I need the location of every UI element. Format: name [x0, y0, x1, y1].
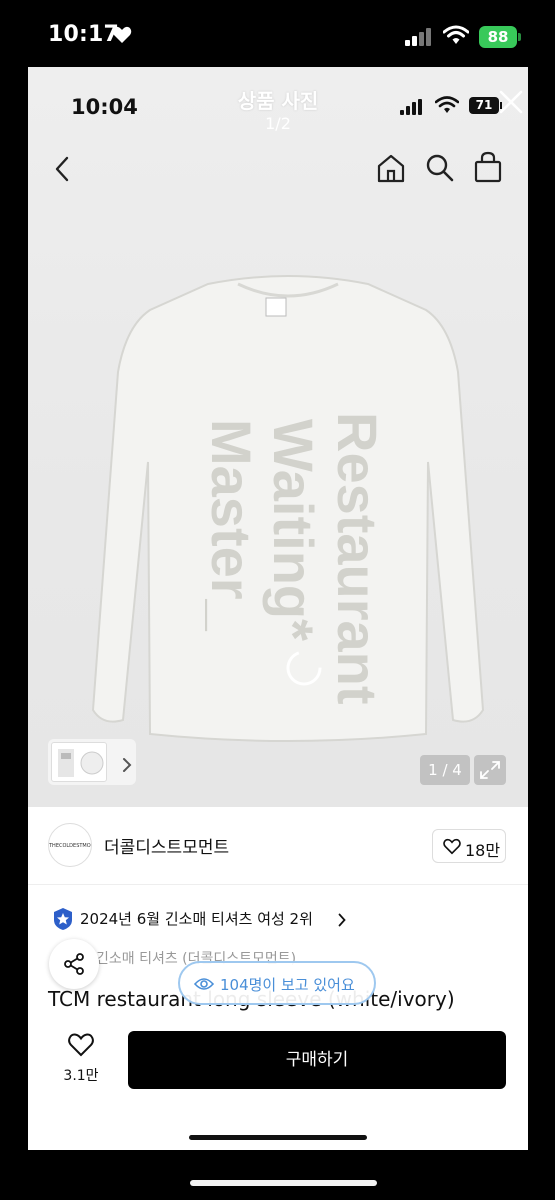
outer-home-indicator [190, 1180, 377, 1186]
gallery-counter: 1 / 4 [420, 755, 470, 785]
eye-icon [193, 976, 215, 996]
battery-indicator: 71 [469, 97, 499, 114]
thumbnail[interactable] [51, 742, 107, 782]
shop-like-button[interactable]: 18만 [432, 829, 506, 863]
chevron-right-icon[interactable] [338, 912, 346, 931]
share-icon [64, 953, 84, 975]
wishlist-count: 3.1만 [63, 1068, 99, 1084]
outer-status-time: 10:17 [48, 22, 120, 47]
expand-icon[interactable] [474, 755, 506, 785]
close-icon[interactable] [498, 89, 524, 119]
print-word-1: Restaurant [326, 412, 389, 705]
shop-row[interactable]: THECOLDESTMOMENT 더콜디스트모먼트 18만 [28, 807, 528, 885]
bag-icon[interactable] [473, 151, 503, 187]
signal-icon [405, 28, 433, 50]
app-screenshot: 10:04 상품 사진 1/2 71 Restaurant Waiting* M… [28, 67, 528, 1150]
product-image: Restaurant Waiting* Master_ [91, 275, 485, 742]
bottom-action-bar: 3.1만 구매하기 [28, 1015, 528, 1150]
wifi-icon [434, 96, 460, 118]
outer-status-bar: 10:17 88 [0, 0, 555, 72]
battery-tip [518, 33, 521, 41]
shop-name[interactable]: 더콜디스트모먼트 [104, 833, 229, 858]
heart-icon [112, 26, 132, 48]
buy-button[interactable]: 구매하기 [128, 1031, 506, 1089]
share-button[interactable] [49, 939, 99, 989]
home-icon[interactable] [375, 152, 407, 188]
heart-icon [68, 1033, 94, 1057]
wifi-icon [442, 25, 470, 49]
back-icon[interactable] [54, 155, 70, 187]
signal-icon [400, 99, 426, 119]
wishlist-button[interactable]: 3.1만 [56, 1033, 106, 1093]
rank-badge-icon [52, 907, 74, 935]
battery-indicator: 88 [479, 26, 517, 48]
viewers-text: 104명이 보고 있어요 [220, 976, 355, 994]
print-word-3: Master_ [200, 419, 263, 632]
chevron-right-icon[interactable] [122, 757, 132, 777]
home-indicator [189, 1135, 367, 1140]
search-icon[interactable] [425, 153, 455, 187]
shop-logo[interactable]: THECOLDESTMOMENT [48, 823, 92, 867]
ranking-text[interactable]: 2024년 6월 긴소매 티셔츠 여성 2위 [80, 908, 313, 929]
live-viewers-badge: 104명이 보고 있어요 [178, 961, 376, 1005]
print-word-2: Waiting* [262, 419, 325, 641]
photo-viewer: 10:04 상품 사진 1/2 71 Restaurant Waiting* M… [28, 67, 528, 807]
shop-like-count: 18만 [465, 841, 501, 860]
heart-icon [443, 838, 461, 859]
